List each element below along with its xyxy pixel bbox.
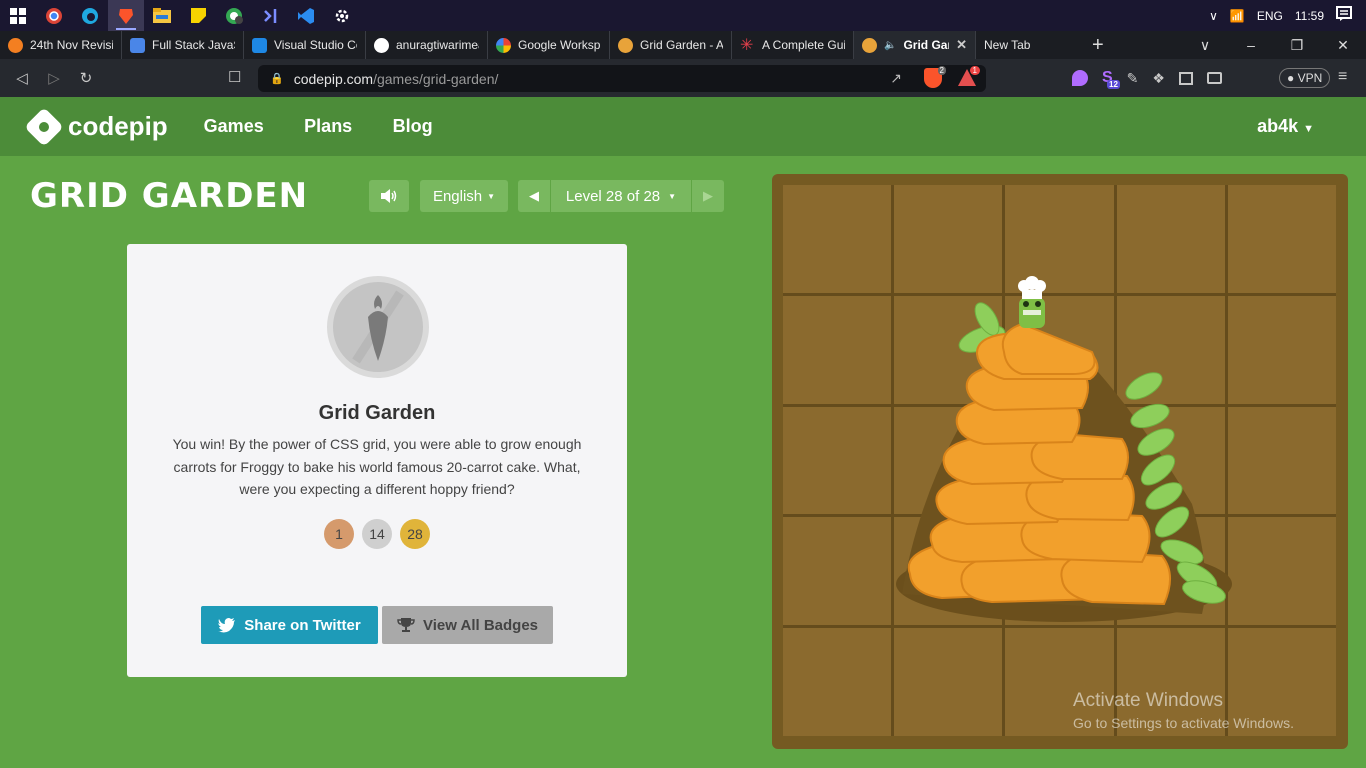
level-badge-14[interactable]: 14: [362, 519, 392, 549]
browser-tab-active[interactable]: 🔈 Grid Gar ✕: [854, 31, 976, 59]
main-nav: Games Plans Blog: [168, 116, 433, 137]
maximize-button[interactable]: ❐: [1274, 37, 1320, 54]
notifications-icon[interactable]: [1336, 6, 1352, 25]
browser-tab[interactable]: New Tab: [976, 31, 1086, 59]
triangle-right-icon: ▶: [703, 188, 713, 203]
share-twitter-button[interactable]: Share on Twitter: [201, 606, 378, 644]
network-icon[interactable]: 📶: [1230, 9, 1245, 23]
forward-icon[interactable]: ▷: [38, 69, 70, 87]
codepip-logo[interactable]: codepip: [24, 106, 168, 147]
tray-chevron-icon[interactable]: ∨: [1209, 9, 1218, 23]
pen-extension-icon[interactable]: ✎: [1127, 70, 1139, 87]
sidebar-icon[interactable]: [1178, 71, 1193, 85]
language-select[interactable]: English ▼: [420, 180, 508, 212]
extension-icon[interactable]: [1072, 70, 1088, 86]
sticky-notes-icon[interactable]: [180, 0, 216, 31]
win-message: You win! By the power of CSS grid, you w…: [172, 436, 582, 497]
vpn-button[interactable]: ● VPN: [1279, 68, 1331, 88]
previous-level-button[interactable]: ◀: [518, 180, 550, 212]
reload-icon[interactable]: ↻: [70, 69, 102, 87]
github-favicon-icon: [374, 37, 389, 53]
page-title: GRID GARDEN: [30, 176, 309, 216]
bookmark-icon[interactable]: ☐: [228, 68, 241, 86]
nav-games[interactable]: Games: [204, 116, 264, 136]
tab-list-chevron-icon[interactable]: ∨: [1182, 37, 1228, 54]
browser-tab[interactable]: Full Stack JavaSc: [122, 31, 244, 59]
browser-tab[interactable]: anuragtiwarimea: [366, 31, 488, 59]
lock-icon: 🔒: [270, 73, 284, 85]
browser-tab[interactable]: Grid Garden - A: [610, 31, 732, 59]
edge-icon[interactable]: [72, 0, 108, 31]
vscode-icon[interactable]: [288, 0, 324, 31]
codepip-logo-icon: [24, 106, 64, 147]
extensions-puzzle-icon[interactable]: ❖: [1152, 70, 1165, 87]
file-explorer-icon[interactable]: [144, 0, 180, 31]
grid-garden-favicon-icon: [618, 37, 633, 53]
browser-toolbar: ◁ ▷ ↻ ☐ 🔒 codepip.com/games/grid-garden/…: [0, 59, 1366, 97]
card-heading: Grid Garden: [318, 402, 436, 424]
wallet-icon[interactable]: [1206, 72, 1222, 84]
carrot-icon: [352, 290, 404, 364]
windows-start-icon[interactable]: [0, 0, 36, 31]
activate-windows-watermark: Activate Windows Go to Settings to activ…: [1073, 690, 1294, 731]
twitter-bird-icon: [218, 617, 236, 632]
browser-tab[interactable]: Visual Studio Co: [244, 31, 366, 59]
tab-close-icon[interactable]: ✕: [956, 37, 967, 53]
caret-down-icon: ▼: [1303, 123, 1314, 135]
address-field[interactable]: 🔒 codepip.com/games/grid-garden/ ↗ 2 1: [258, 65, 986, 92]
view-badges-button[interactable]: View All Badges: [382, 606, 553, 644]
extension-s-icon[interactable]: S 12: [1102, 69, 1120, 89]
share-icon[interactable]: ↗: [890, 70, 902, 87]
browser-tab[interactable]: ✳ A Complete Gui: [732, 31, 854, 59]
chrome-profile-icon[interactable]: [216, 0, 252, 31]
vscode-favicon-icon: [252, 37, 267, 53]
google-favicon-icon: [496, 37, 511, 53]
triangle-left-icon: ◀: [529, 188, 539, 203]
browser-tab-bar: 24th Nov Revisio Full Stack JavaSc Visua…: [0, 31, 1366, 59]
language-indicator[interactable]: ENG: [1257, 9, 1283, 23]
user-menu[interactable]: ab4k ▼: [1257, 116, 1314, 137]
grid-garden-favicon-icon: [862, 37, 877, 53]
asterisk-favicon-icon: ✳: [740, 36, 754, 54]
nav-plans[interactable]: Plans: [304, 116, 352, 136]
level-indicator[interactable]: Level 28 of 28 ▼: [551, 180, 691, 212]
rewards-count-badge: 1: [969, 66, 980, 75]
audio-playing-icon[interactable]: 🔈: [884, 40, 896, 51]
completion-card: Grid Garden You win! By the power of CSS…: [127, 244, 627, 677]
browser-tab[interactable]: 24th Nov Revisio: [0, 31, 122, 59]
speaker-icon: [381, 189, 397, 203]
brave-icon[interactable]: [108, 0, 144, 31]
browser-tab[interactable]: Google Workspa: [488, 31, 610, 59]
docs-favicon-icon: [130, 37, 145, 53]
caret-down-icon: ▼: [668, 191, 677, 201]
site-header: codepip Games Plans Blog ab4k ▼: [0, 97, 1366, 156]
level-badge-1[interactable]: 1: [324, 519, 354, 549]
vs-icon[interactable]: [252, 0, 288, 31]
minimize-button[interactable]: –: [1228, 37, 1274, 53]
menu-icon[interactable]: ≡: [1338, 68, 1347, 86]
trophy-icon: [397, 618, 415, 632]
new-tab-button[interactable]: +: [1092, 34, 1122, 57]
carrot-badge: [327, 276, 429, 378]
garden-board: [772, 174, 1348, 749]
chrome-icon[interactable]: [36, 0, 72, 31]
nav-blog[interactable]: Blog: [393, 116, 433, 136]
settings-icon[interactable]: [324, 0, 360, 31]
tab-favicon-icon: [8, 37, 23, 53]
sound-toggle-button[interactable]: [369, 180, 409, 212]
next-level-button[interactable]: ▶: [692, 180, 724, 212]
level-badge-28[interactable]: 28: [400, 519, 430, 549]
clock[interactable]: 11:59: [1295, 9, 1324, 23]
close-window-button[interactable]: ✕: [1320, 37, 1366, 54]
shields-count-badge: 2: [937, 66, 946, 75]
caret-down-icon: ▼: [487, 191, 496, 201]
windows-taskbar: ∨ 📶 ENG 11:59: [0, 0, 1366, 31]
back-icon[interactable]: ◁: [6, 69, 38, 87]
carrot-cake-illustration: [896, 276, 1232, 622]
